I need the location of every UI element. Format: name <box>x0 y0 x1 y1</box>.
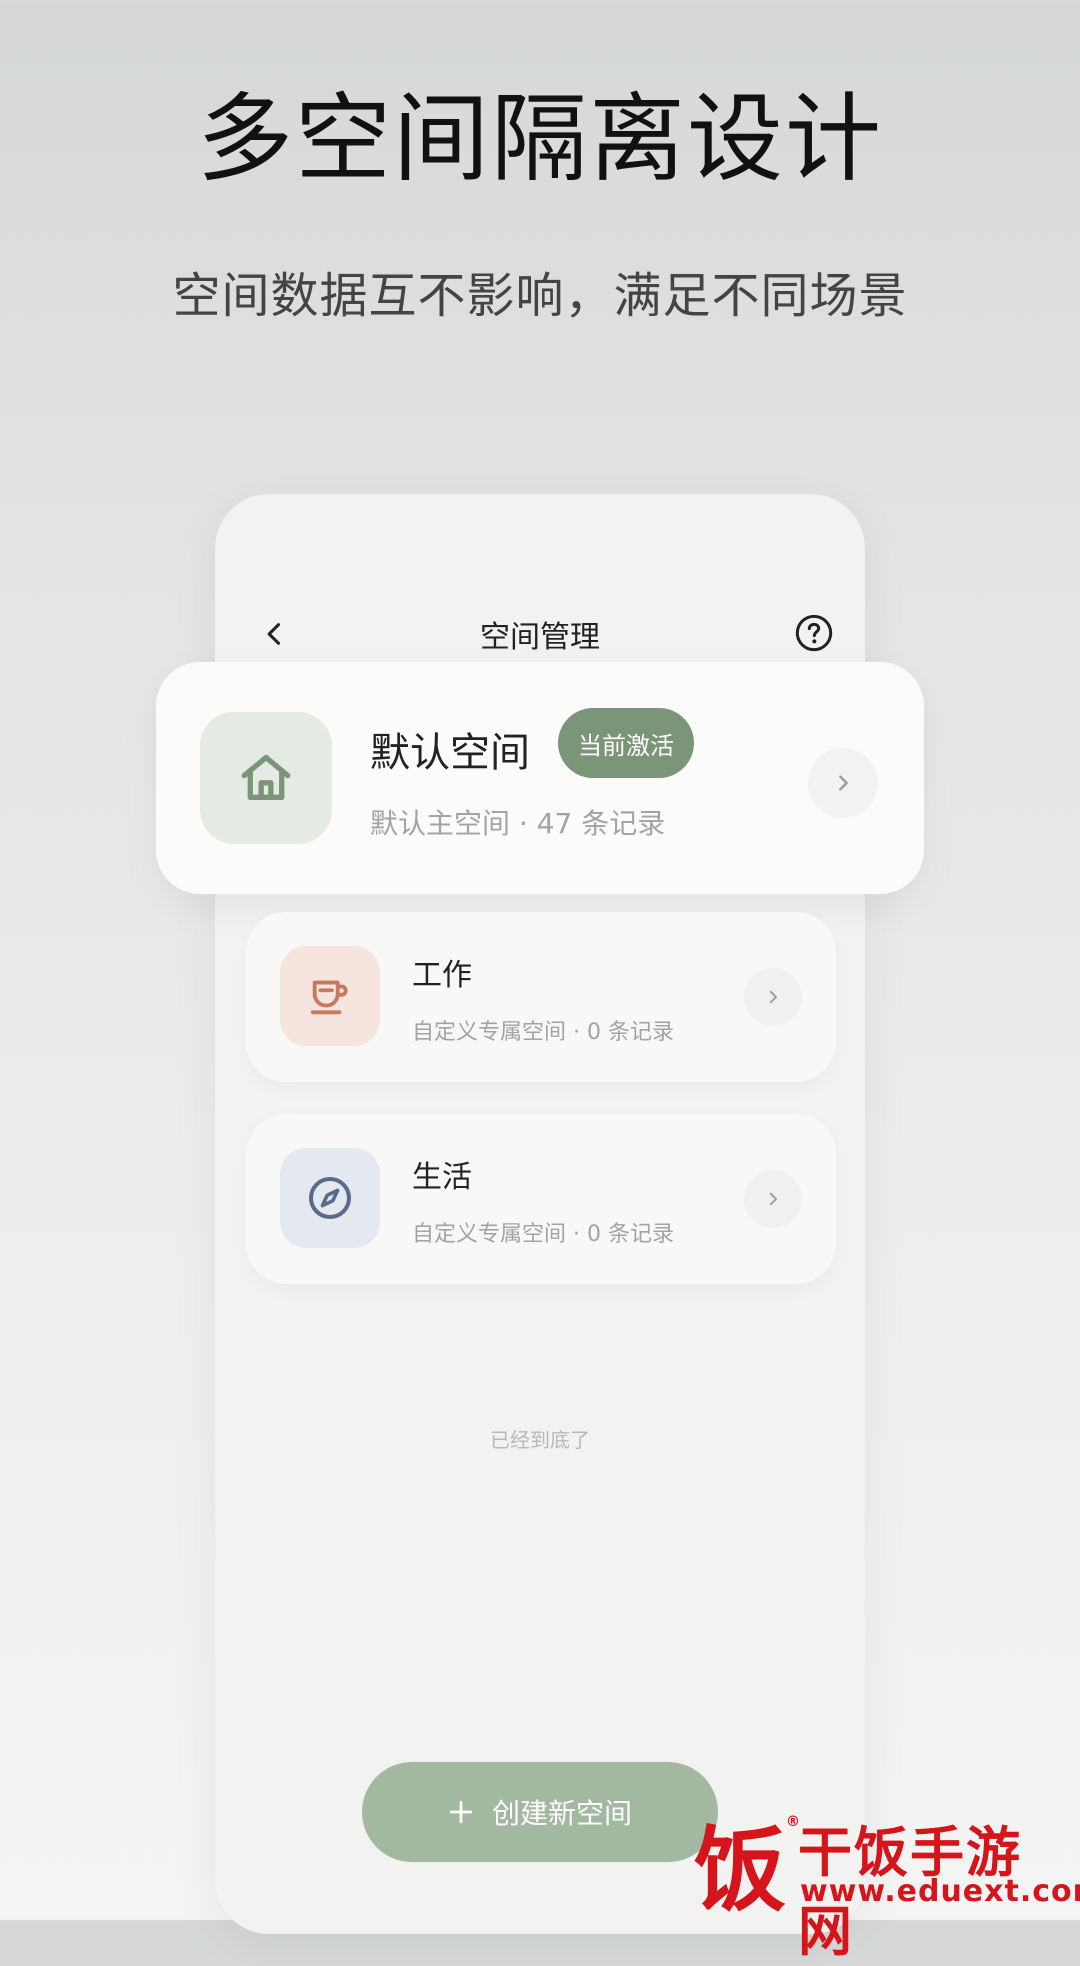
home-icon <box>241 754 291 800</box>
cup-icon <box>310 980 348 1015</box>
watermark-url: www.eduext.com <box>800 1874 1080 1909</box>
space-title: 工作 <box>412 958 472 993</box>
space-meta: 自定义专属空间 · 0 条记录 <box>412 1222 674 1247</box>
hero-subtitle: 空间数据互不影响，满足不同场景 <box>172 268 908 324</box>
compass-icon <box>309 1177 351 1219</box>
watermark-logo: 饭 <box>693 1815 786 1924</box>
space-title: 默认空间 <box>370 730 530 776</box>
chevron-right-icon <box>839 775 848 791</box>
watermark: 饭 ® 干饭手游网 www.eduext.com <box>682 1800 1080 1963</box>
page-title: 空间管理 <box>480 620 600 655</box>
space-open-button[interactable] <box>744 1170 802 1228</box>
active-badge: 当前激活 <box>558 708 694 778</box>
space-icon-tile <box>280 946 380 1046</box>
space-open-button[interactable] <box>808 748 878 818</box>
create-space-button[interactable]: 创建新空间 <box>362 1762 718 1862</box>
hero-title: 多空间隔离设计 <box>197 83 883 195</box>
chevron-right-icon <box>769 1192 777 1206</box>
space-card-work[interactable]: 工作 自定义专属空间 · 0 条记录 <box>246 912 836 1082</box>
space-open-button[interactable] <box>744 968 802 1026</box>
space-icon-tile <box>200 712 332 844</box>
space-meta: 默认主空间 · 47 条记录 <box>370 807 666 840</box>
space-icon-tile <box>280 1148 380 1248</box>
plus-icon <box>449 1800 473 1824</box>
help-button[interactable] <box>791 610 837 656</box>
space-card-life[interactable]: 生活 自定义专属空间 · 0 条记录 <box>246 1114 836 1284</box>
space-title: 生活 <box>412 1160 472 1195</box>
help-circle-icon <box>795 614 833 652</box>
space-meta: 自定义专属空间 · 0 条记录 <box>412 1020 674 1045</box>
space-card-default[interactable]: 默认空间 当前激活 默认主空间 · 47 条记录 <box>156 662 924 894</box>
chevron-right-icon <box>769 990 777 1004</box>
list-end-text: 已经到底了 <box>490 1428 590 1452</box>
create-space-label: 创建新空间 <box>491 1797 632 1830</box>
